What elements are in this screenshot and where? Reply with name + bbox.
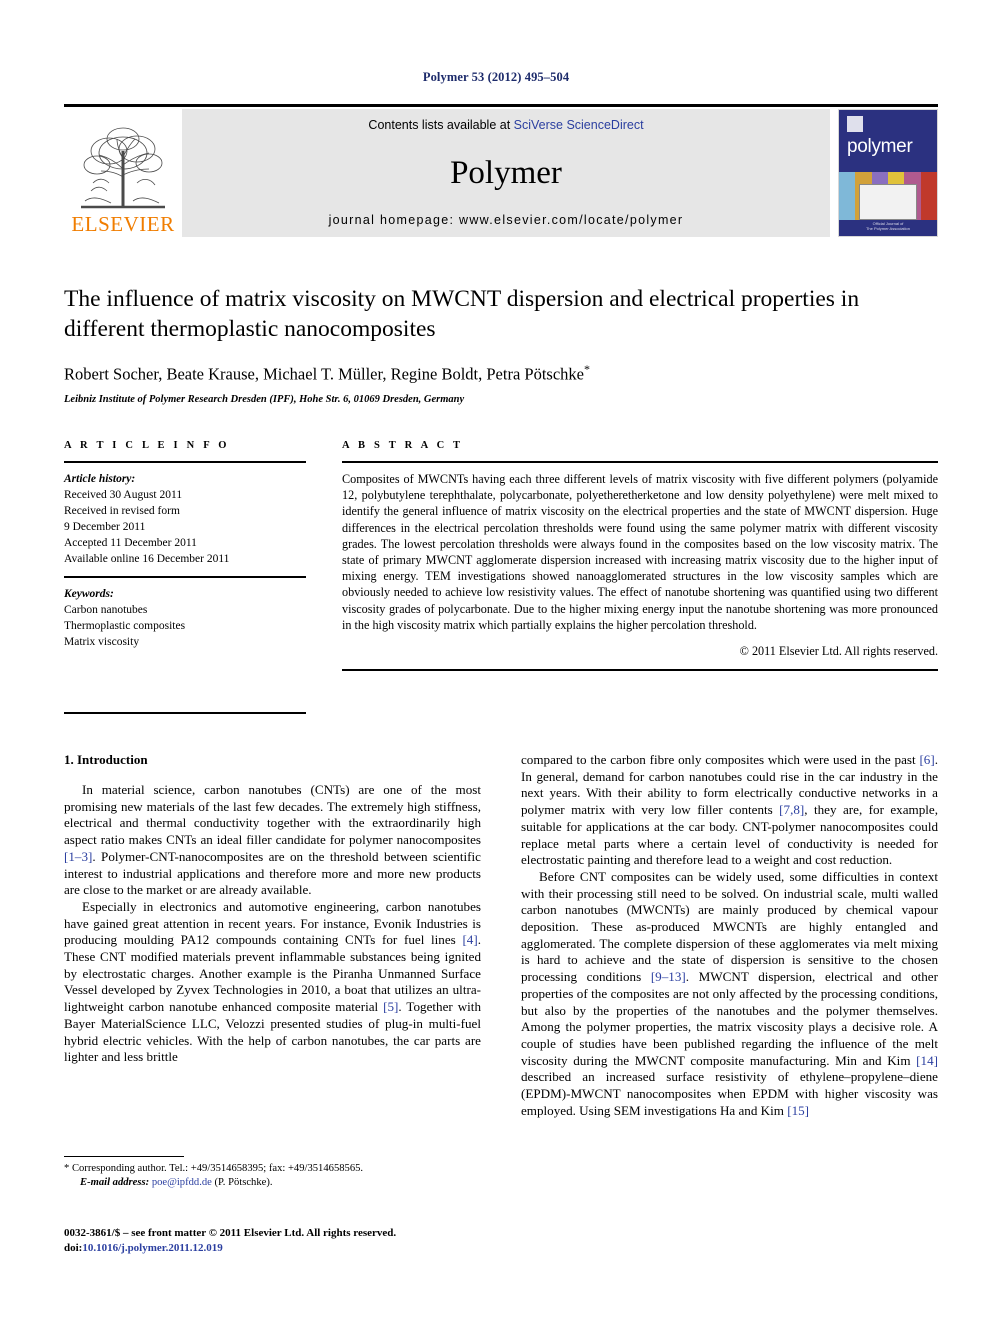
keyword-item: Carbon nanotubes xyxy=(64,604,148,616)
abstract-rule-bottom xyxy=(342,669,938,672)
cover-footer-text: Official Journal of The Polymer Associat… xyxy=(865,221,911,231)
article-info-rule-mid xyxy=(64,576,306,578)
sciencedirect-link[interactable]: SciVerse ScienceDirect xyxy=(514,118,644,132)
email-link[interactable]: poe@ipfdd.de xyxy=(152,1177,212,1188)
abstract-copyright: © 2011 Elsevier Ltd. All rights reserved… xyxy=(739,644,938,659)
keyword-item: Matrix viscosity xyxy=(64,636,140,648)
issn-copyright-line: 0032-3861/$ – see front matter © 2011 El… xyxy=(64,1227,397,1239)
citation-ref[interactable]: [9–13] xyxy=(651,969,686,984)
page-footer: 0032-3861/$ – see front matter © 2011 El… xyxy=(64,1226,624,1255)
keyword-item: Thermoplastic composites xyxy=(64,620,186,632)
history-item: Received in revised form xyxy=(64,505,180,517)
contents-available-line: Contents lists available at SciVerse Sci… xyxy=(368,118,643,132)
elsevier-tree-icon xyxy=(81,127,165,209)
citation-ref[interactable]: [1–3] xyxy=(64,849,92,864)
article-history-label: Article history: xyxy=(64,473,136,485)
article-page: Polymer 53 (2012) 495–504 ELSEVIER Conte… xyxy=(0,0,992,1323)
paragraph: Before CNT composites can be widely used… xyxy=(521,868,938,1118)
cover-inset-figure xyxy=(859,184,917,220)
paragraph: compared to the carbon fibre only compos… xyxy=(521,752,938,868)
abstract-text: Composites of MWCNTs having each three d… xyxy=(342,472,938,632)
masthead-body: ELSEVIER Contents lists available at Sci… xyxy=(64,109,938,237)
elsevier-wordmark: ELSEVIER xyxy=(71,212,175,236)
title-block: The influence of matrix viscosity on MWC… xyxy=(64,284,938,405)
citation-ref[interactable]: [4] xyxy=(462,932,477,947)
paragraph: In material science, carbon nanotubes (C… xyxy=(64,782,481,898)
page-title: The influence of matrix viscosity on MWC… xyxy=(64,286,860,342)
contents-prefix: Contents lists available at xyxy=(368,118,514,132)
column-gap xyxy=(306,440,342,714)
journal-masthead: ELSEVIER Contents lists available at Sci… xyxy=(64,104,938,237)
affiliation: Leibniz Institute of Polymer Research Dr… xyxy=(64,393,465,405)
footnote-email-line: E-mail address: poe@ipfdd.de (P. Pötschk… xyxy=(64,1176,481,1190)
masthead-center: Contents lists available at SciVerse Sci… xyxy=(182,109,830,237)
history-item: 9 December 2011 xyxy=(64,521,146,533)
body-column-gap xyxy=(481,752,521,1119)
masthead-top-rule xyxy=(64,104,938,107)
article-info-rule-bottom xyxy=(64,712,306,714)
history-item: Accepted 11 December 2011 xyxy=(64,537,197,549)
author-list: Robert Socher, Beate Krause, Michael T. … xyxy=(64,362,938,385)
body-left-column: 1. Introduction In material science, car… xyxy=(64,752,481,1119)
abstract-column: A B S T R A C T Composites of MWCNTs hav… xyxy=(342,440,938,714)
corresponding-author-marker: * xyxy=(583,362,590,376)
footnote-rule xyxy=(64,1156,184,1157)
doi-link[interactable]: 10.1016/j.polymer.2011.12.019 xyxy=(82,1242,222,1254)
keywords-label: Keywords: xyxy=(64,588,114,600)
journal-homepage[interactable]: journal homepage: www.elsevier.com/locat… xyxy=(329,213,684,227)
article-info-rule-top xyxy=(64,461,306,463)
email-label: E-mail address: xyxy=(80,1177,150,1188)
email-owner: (P. Pötschke). xyxy=(214,1177,273,1188)
citation-ref[interactable]: [5] xyxy=(383,999,398,1014)
paragraph: Especially in electronics and automotive… xyxy=(64,898,481,1065)
article-info-heading: A R T I C L E I N F O xyxy=(64,440,230,451)
elsevier-logo: ELSEVIER xyxy=(64,109,182,237)
citation-ref[interactable]: [15] xyxy=(787,1103,809,1118)
info-abstract-section: A R T I C L E I N F O Article history: R… xyxy=(64,440,938,714)
abstract-heading: A B S T R A C T xyxy=(342,440,464,451)
footnote-contact-line: * Corresponding author. Tel.: +49/351465… xyxy=(64,1163,364,1174)
citation-ref[interactable]: [7,8] xyxy=(779,802,804,817)
corresponding-author-footnote: * Corresponding author. Tel.: +49/351465… xyxy=(64,1156,481,1190)
body-columns: 1. Introduction In material science, car… xyxy=(64,752,938,1119)
cover-elsevier-mark-icon xyxy=(847,116,863,132)
history-item: Available online 16 December 2011 xyxy=(64,553,230,565)
doi-line: doi:10.1016/j.polymer.2011.12.019 xyxy=(64,1241,624,1256)
citation-ref[interactable]: [14] xyxy=(916,1053,938,1068)
journal-title: Polymer xyxy=(450,155,562,191)
citation-ref[interactable]: [6] xyxy=(919,752,934,767)
body-right-column: compared to the carbon fibre only compos… xyxy=(521,752,938,1119)
cover-title: polymer xyxy=(847,136,913,157)
article-info-column: A R T I C L E I N F O Article history: R… xyxy=(64,440,306,714)
journal-cover-thumbnail: polymer Official Journal of The Polymer … xyxy=(838,109,938,237)
running-head: Polymer 53 (2012) 495–504 xyxy=(422,70,570,84)
author-names: Robert Socher, Beate Krause, Michael T. … xyxy=(64,364,584,384)
doi-label: doi: xyxy=(64,1241,83,1254)
history-item: Received 30 August 2011 xyxy=(64,489,183,501)
section-heading-introduction: 1. Introduction xyxy=(64,752,148,767)
abstract-rule-top xyxy=(342,461,938,463)
